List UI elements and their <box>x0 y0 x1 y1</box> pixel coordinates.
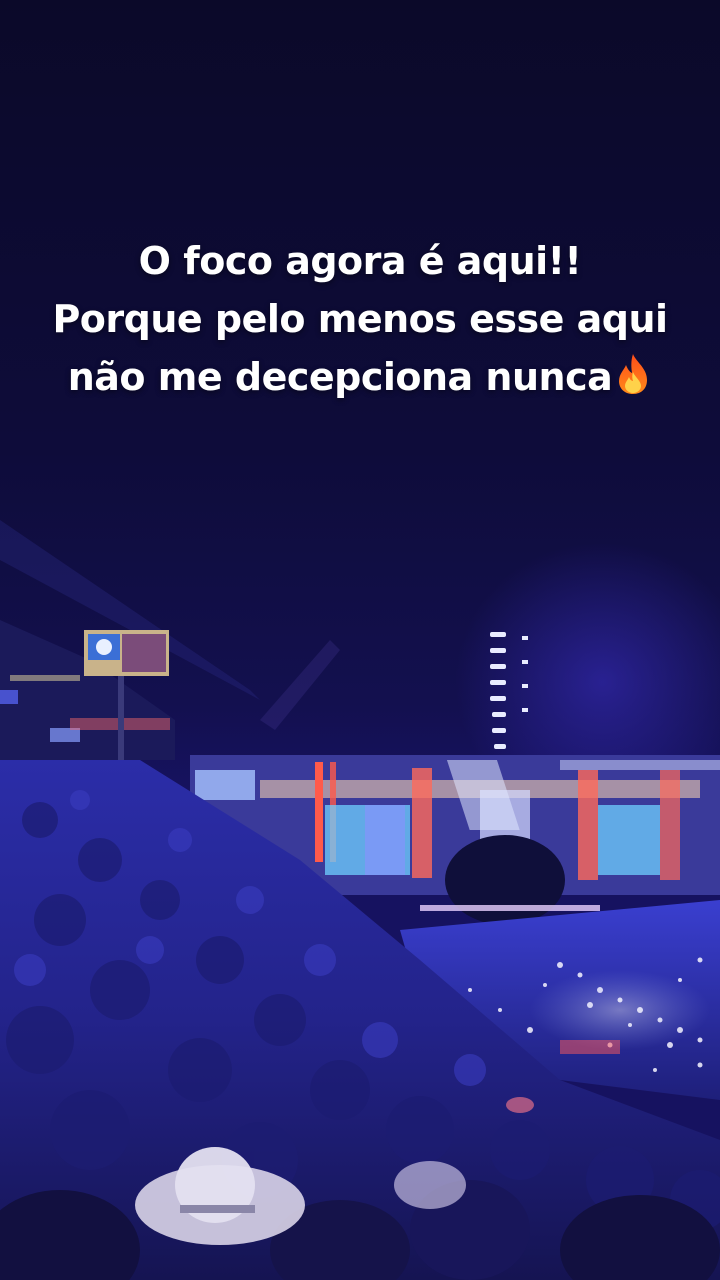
caption-line-2: Porque pelo menos esse aqui <box>52 297 668 341</box>
caption-line-3: não me decepciona nunca <box>0 348 720 406</box>
caption-line-1: O foco agora é aqui!! <box>138 239 582 283</box>
fire-icon <box>614 352 652 396</box>
story-caption: O foco agora é aqui!! Porque pelo menos … <box>0 232 720 406</box>
story-background-photo <box>0 0 720 1280</box>
